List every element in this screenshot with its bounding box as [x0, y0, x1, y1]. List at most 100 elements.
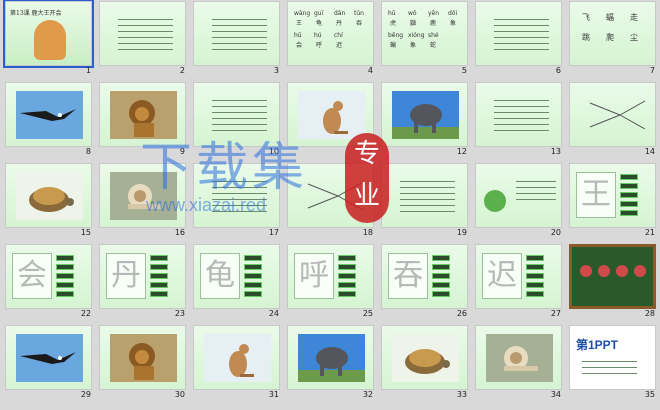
snail-photo [486, 334, 553, 382]
slide-canvas: wāng guī dān tūn hū hú chí 王 龟 丹 吞会 呼 迟 [287, 1, 374, 66]
writing-character: 王 [576, 172, 616, 218]
slide-thumbnail[interactable]: 呼 25 [284, 243, 374, 323]
text-lines [400, 176, 455, 217]
lion-photo [110, 334, 177, 382]
slide-thumbnail[interactable]: 龟 24 [190, 243, 280, 323]
slide-thumbnail[interactable]: 34 [472, 324, 562, 404]
slide-thumbnail[interactable]: 14 [566, 81, 656, 161]
board-item [580, 265, 592, 277]
slide-thumbnail[interactable]: 10 [190, 81, 280, 161]
text-lines [494, 14, 549, 55]
slide-canvas [475, 82, 562, 147]
slide-thumbnail[interactable]: 32 [284, 324, 374, 404]
pinyin-text: dōi [448, 10, 458, 17]
slide-thumbnail[interactable]: 8 [2, 81, 92, 161]
slide-thumbnail[interactable]: 第13课 鹿大王开会 1 [2, 0, 94, 80]
slide-canvas [99, 163, 186, 228]
slide-number: 19 [456, 228, 467, 237]
slide-number: 3 [273, 66, 279, 75]
slide-canvas [569, 82, 656, 147]
slide-number: 35 [644, 390, 655, 399]
slide-thumbnail[interactable]: 11 [284, 81, 374, 161]
slide-thumbnail[interactable]: 飞 蝠 走跳 爬 尘 7 [566, 0, 656, 80]
slide-number: 16 [174, 228, 185, 237]
slide-thumbnail[interactable]: 3 [190, 0, 280, 80]
stroke-menu [244, 255, 262, 300]
slide-thumbnail[interactable]: hǔ wō yēn dōi bēng xióng shé 虎鼬鹿象蝙象蛇 5 [378, 0, 468, 80]
slide-canvas [381, 325, 468, 390]
slide-number: 12 [456, 147, 467, 156]
slide-thumbnail[interactable]: 迟 27 [472, 243, 562, 323]
slide-thumbnail[interactable]: 18 [284, 162, 374, 242]
slide-thumbnail[interactable]: 16 [96, 162, 186, 242]
slide-thumbnail[interactable]: 28 [566, 243, 656, 323]
slide-thumbnail[interactable]: 会 22 [2, 243, 92, 323]
diagram-lines [307, 181, 364, 211]
text-lines [212, 14, 267, 55]
slide-number: 15 [80, 228, 91, 237]
slide-thumbnail[interactable]: 19 [378, 162, 468, 242]
cartoon-illustration [34, 20, 66, 60]
brand-logo: 第1PPT [576, 338, 619, 352]
slide-number: 5 [461, 66, 467, 75]
slide-canvas: 呼 [287, 244, 374, 309]
slide-number: 7 [649, 66, 655, 75]
slide-thumbnail[interactable]: 31 [190, 324, 280, 404]
slide-thumbnail[interactable]: 吞 26 [378, 243, 468, 323]
text-lines [118, 14, 173, 55]
slide-thumbnail[interactable]: 20 [472, 162, 562, 242]
slide-canvas [193, 1, 280, 66]
slide-number: 25 [362, 309, 373, 318]
stroke-menu [620, 174, 638, 219]
tortoise-photo [16, 172, 83, 220]
slide-thumbnail[interactable]: 33 [378, 324, 468, 404]
tortoise-photo [392, 334, 459, 382]
slide-canvas [475, 163, 562, 228]
pinyin-text: hǔ [388, 10, 396, 17]
slide-thumbnail[interactable]: wāng guī dān tūn hū hú chí 王 龟 丹 吞会 呼 迟 4 [284, 0, 374, 80]
board-item [634, 265, 646, 277]
slide-thumbnail[interactable]: 9 [96, 81, 186, 161]
pinyin-text: hú [314, 32, 322, 39]
slide-canvas [5, 163, 92, 228]
slide-title: 第13课 鹿大王开会 [10, 10, 62, 17]
slide-thumbnail[interactable]: 丹 23 [96, 243, 186, 323]
writing-character: 呼 [294, 253, 334, 299]
stroke-menu [150, 255, 168, 300]
writing-character: 龟 [200, 253, 240, 299]
slide-canvas: 第13课 鹿大王开会 [3, 0, 94, 68]
text-lines [494, 95, 549, 136]
slide-thumbnail[interactable]: 13 [472, 81, 562, 161]
slide-canvas [475, 1, 562, 66]
eagle-photo [16, 91, 83, 139]
slide-number: 8 [85, 147, 91, 156]
slide-number: 22 [80, 309, 91, 318]
slide-thumbnail[interactable]: 第1PPT 35 [566, 324, 656, 404]
pinyin-text: wāng [294, 10, 311, 17]
board-item [616, 265, 628, 277]
slide-canvas [475, 325, 562, 390]
slide-thumbnail[interactable]: 17 [190, 162, 280, 242]
hanzi-text: 呼 [316, 42, 323, 49]
hanzi-text: 鹿 [430, 20, 437, 27]
hanzi-text: 王 [296, 20, 303, 27]
text-lines [516, 176, 556, 205]
pinyin-text: hū [294, 32, 302, 39]
slide-thumbnail[interactable]: 30 [96, 324, 186, 404]
hanzi-text: 跳 [582, 33, 590, 42]
hanzi-text: 鼬 [410, 20, 417, 27]
pinyin-text: guī [314, 10, 324, 17]
slide-thumbnail[interactable]: 王 21 [566, 162, 656, 242]
slide-number: 20 [550, 228, 561, 237]
hanzi-text: 走 [630, 13, 638, 22]
hanzi-text: 蝠 [606, 13, 614, 22]
slide-thumbnail[interactable]: 6 [472, 0, 562, 80]
slide-canvas [193, 82, 280, 147]
slide-thumbnail[interactable]: 12 [378, 81, 468, 161]
slide-thumbnail[interactable]: 29 [2, 324, 92, 404]
elephant-photo [392, 91, 459, 139]
writing-character: 丹 [106, 253, 146, 299]
slide-thumbnail[interactable]: 15 [2, 162, 92, 242]
slide-thumbnail[interactable]: 2 [96, 0, 186, 80]
slide-canvas [287, 163, 374, 228]
